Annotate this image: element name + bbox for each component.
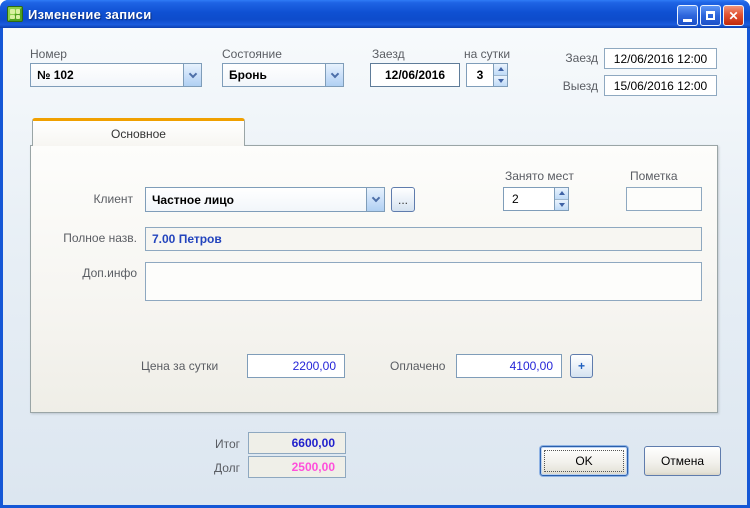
checkout-datetime-label: Выезд [562, 79, 598, 93]
state-select-value: Бронь [229, 68, 267, 82]
maximize-button[interactable] [700, 5, 721, 26]
total-value: 6600,00 [291, 436, 335, 450]
note-label: Пометка [630, 169, 678, 183]
total-field: 6600,00 [248, 432, 346, 454]
nights-label: на сутки [464, 47, 511, 61]
price-per-day-label: Цена за сутки [141, 359, 219, 373]
plus-icon: + [577, 359, 585, 373]
dialog-window: Изменение записи ✕ Номер № 102 Состояние… [0, 0, 750, 508]
nights-up-button[interactable] [494, 64, 507, 76]
extra-info-field[interactable] [145, 262, 702, 301]
room-select[interactable]: № 102 [30, 63, 202, 87]
checkout-datetime-field: 15/06/2016 12:00 [604, 75, 717, 96]
nights-down-button[interactable] [494, 75, 507, 86]
paid-field[interactable]: 4100,00 [456, 354, 562, 378]
occupied-down-button[interactable] [555, 199, 568, 210]
note-field[interactable] [626, 187, 702, 211]
client-browse-button[interactable]: ... [391, 187, 415, 212]
paid-value: 4100,00 [509, 359, 553, 373]
nights-stepper[interactable]: 3 [466, 63, 508, 87]
chevron-down-icon [188, 69, 197, 78]
occupied-label: Занято мест [505, 169, 574, 183]
close-button[interactable]: ✕ [723, 5, 744, 26]
occupied-up-button[interactable] [555, 188, 568, 200]
checkin-datetime-value: 12/06/2016 12:00 [613, 51, 708, 66]
room-select-value: № 102 [37, 68, 74, 82]
nights-value: 3 [476, 68, 484, 82]
title-bar[interactable]: Изменение записи ✕ [0, 0, 750, 28]
checkin-date-label: Заезд [372, 47, 405, 61]
ok-button[interactable]: OK [540, 446, 628, 476]
state-select[interactable]: Бронь [222, 63, 344, 87]
checkin-datetime-label: Заезд [565, 51, 598, 65]
client-label: Клиент [93, 192, 134, 206]
arrow-down-icon [497, 78, 504, 83]
client-select[interactable]: Частное лицо [145, 187, 385, 212]
room-select-dropdown-button[interactable] [183, 64, 201, 86]
client-select-dropdown-button[interactable] [366, 188, 384, 211]
debt-value: 2500,00 [291, 460, 335, 474]
close-icon: ✕ [728, 8, 739, 23]
checkin-datetime-field: 12/06/2016 12:00 [604, 48, 717, 69]
occupied-stepper[interactable]: 2 [503, 187, 569, 211]
tab-main-label: Основное [111, 126, 166, 141]
chevron-down-icon [330, 69, 339, 78]
debt-field: 2500,00 [248, 456, 346, 478]
room-label: Номер [30, 47, 67, 61]
arrow-up-icon [497, 67, 504, 72]
tab-main[interactable]: Основное [32, 118, 245, 146]
state-select-dropdown-button[interactable] [325, 64, 343, 86]
arrow-up-icon [558, 191, 565, 196]
checkin-date-value: 12/06/2016 [384, 68, 446, 82]
occupied-value: 2 [512, 192, 519, 206]
ellipsis-icon: ... [397, 192, 408, 207]
full-name-field[interactable]: 7.00 Петров [145, 227, 702, 251]
full-name-value: 7.00 Петров [152, 232, 222, 246]
checkin-date-field[interactable]: 12/06/2016 [370, 63, 460, 87]
minimize-button[interactable] [677, 5, 698, 26]
total-label: Итог [214, 437, 240, 451]
extra-info-label: Доп.инфо [82, 266, 137, 280]
cancel-button[interactable]: Отмена [644, 446, 721, 476]
client-select-value: Частное лицо [152, 192, 234, 207]
minimize-icon [683, 19, 692, 22]
add-payment-button[interactable]: + [570, 354, 593, 378]
maximize-icon [706, 11, 715, 20]
paid-label: Оплачено [390, 359, 446, 373]
arrow-down-icon [558, 202, 565, 207]
window-title: Изменение записи [28, 6, 152, 22]
full-name-label: Полное назв. [63, 231, 137, 245]
price-per-day-field[interactable]: 2200,00 [247, 354, 345, 378]
chevron-down-icon [371, 193, 380, 203]
debt-label: Долг [213, 461, 240, 475]
app-icon [7, 6, 23, 22]
state-label: Состояние [222, 47, 282, 61]
price-per-day-value: 2200,00 [292, 359, 336, 373]
checkout-datetime-value: 15/06/2016 12:00 [613, 78, 708, 93]
